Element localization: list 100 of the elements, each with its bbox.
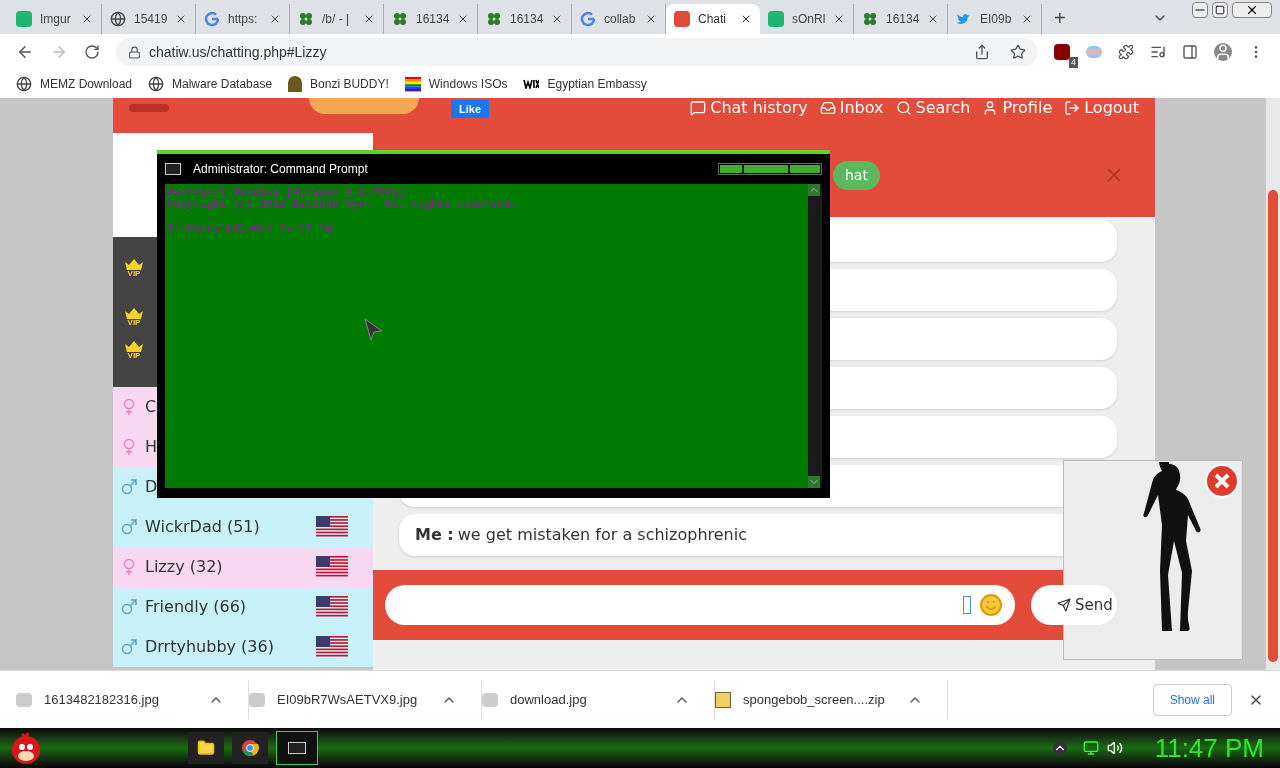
network-icon[interactable]	[1082, 740, 1099, 756]
tab-title: 16134	[510, 11, 544, 28]
bookmark[interactable]: Windows ISOs	[404, 75, 508, 93]
profile-icon[interactable]	[1214, 43, 1232, 61]
user-list-item[interactable]: WickrDad (51)	[113, 507, 373, 547]
logout-icon	[1064, 100, 1081, 116]
globe-icon	[16, 76, 32, 92]
clover-icon	[392, 11, 408, 27]
close-icon[interactable]	[81, 13, 93, 25]
side-panel-icon[interactable]	[1182, 44, 1198, 60]
bird-icon	[956, 12, 972, 26]
close-icon[interactable]	[645, 13, 657, 25]
minimize-icon[interactable]	[1192, 2, 1208, 18]
archive-file-icon	[715, 691, 731, 708]
download-item[interactable]: download.jpg	[482, 679, 715, 720]
user-name: C	[145, 396, 158, 418]
console-icon	[165, 163, 181, 175]
extensions-icon[interactable]	[1118, 44, 1134, 60]
user-list-item[interactable]: Friendly (66)	[113, 587, 373, 627]
window-title: Administrator: Command Prompt	[193, 161, 368, 178]
star-icon[interactable]	[1010, 44, 1026, 60]
logo-mark-icon	[129, 104, 169, 112]
user-name: Lizzy (32)	[145, 556, 224, 578]
male-symbol-icon	[121, 519, 137, 535]
tab-title: 15419	[134, 11, 168, 28]
console-icon	[288, 742, 306, 754]
user-name: Drrtyhubby (36)	[145, 636, 275, 658]
download-item[interactable]: EI09bR7WsAETVX9.jpg	[249, 679, 482, 720]
address-bar[interactable]: chatiw.us/chatting.php#Lizzy	[116, 38, 1038, 66]
clover-icon	[486, 11, 502, 27]
user-list-item[interactable]: Drrtyhubby (36)	[113, 627, 373, 667]
rainbow-flag-icon	[404, 76, 421, 92]
console-prompt: C:\Users\LOL>del ?s ?f ?q	[167, 222, 334, 234]
chat-favicon-icon	[674, 11, 690, 27]
share-icon[interactable]	[974, 44, 990, 60]
new-tab-button[interactable]: +	[1054, 8, 1066, 28]
google-g-icon	[204, 11, 220, 27]
folder-icon	[197, 739, 215, 757]
volume-icon[interactable]	[1106, 740, 1123, 756]
nav-link[interactable]: Profile	[982, 96, 1053, 120]
close-icon[interactable]	[269, 13, 281, 25]
nav-link[interactable]: Inbox	[819, 96, 884, 120]
tray-expand-icon[interactable]	[1052, 741, 1067, 755]
message-input[interactable]	[385, 585, 1015, 625]
close-icon[interactable]	[363, 13, 375, 25]
male-symbol-icon	[121, 639, 137, 655]
vip-crown-badge: VIP	[123, 308, 145, 327]
clover-icon	[298, 11, 314, 27]
bookmark[interactable]: Malware Database	[148, 75, 273, 93]
tab-title: 16134	[416, 11, 450, 28]
taskbar-button[interactable]	[276, 731, 318, 765]
tab-title: https:	[228, 11, 259, 28]
taskbar-button[interactable]	[188, 732, 224, 764]
nav-link[interactable]: Chat history	[690, 96, 808, 120]
lock-icon	[128, 45, 141, 59]
window-controls[interactable]	[718, 163, 822, 175]
facebook-like-button[interactable]: Like	[451, 100, 489, 118]
show-all-button[interactable]: Show all	[1152, 683, 1232, 716]
console-line: Microsoft Windows [Version 6.1.7601]	[167, 186, 406, 198]
tab-title: Imgur	[40, 11, 72, 28]
bookmark[interactable]: Egyptian Embassy	[523, 75, 647, 93]
file-name: 1613482182316.jpg	[44, 690, 160, 709]
inbox-icon	[819, 100, 836, 116]
vip-crown-badge: VIP	[123, 259, 145, 278]
close-icon[interactable]	[1021, 13, 1033, 25]
clock[interactable]: 11:47 PM	[1154, 728, 1264, 768]
image-file-icon	[482, 692, 498, 707]
close-icon[interactable]	[1232, 2, 1272, 18]
file-name: EI09bR7WsAETVX9.jpg	[277, 690, 419, 709]
restore-icon[interactable]	[1212, 2, 1228, 18]
nav-link[interactable]: Logout	[1064, 96, 1139, 120]
back-icon[interactable]	[16, 43, 34, 61]
download-item[interactable]: spongebob_screen....zip	[715, 679, 948, 720]
wix-logo-icon	[523, 79, 540, 89]
male-symbol-icon	[121, 599, 137, 615]
imgur-favicon-icon	[16, 11, 32, 27]
browser-tab[interactable]: Chati	[666, 4, 760, 34]
vip-crown-badge: VIP	[123, 341, 145, 360]
scrollbar-thumb[interactable]	[1268, 190, 1278, 662]
tab-title: /b/ - |	[322, 11, 351, 28]
media-icon[interactable]	[1150, 44, 1166, 60]
nav-link[interactable]: Search	[895, 96, 971, 120]
download-item[interactable]: 1613482182316.jpg	[16, 679, 249, 720]
user-name: WickrDad (51)	[145, 516, 261, 538]
bookmark[interactable]: MEMZ Download	[16, 75, 133, 93]
clover-icon	[862, 11, 878, 27]
user-name: Friendly (66)	[145, 596, 248, 618]
send-icon	[1057, 598, 1071, 612]
female-symbol-icon	[123, 558, 135, 576]
reload-icon[interactable]	[84, 44, 100, 60]
user-list-item[interactable]: Lizzy (32)	[113, 547, 373, 587]
tab-title: 16134	[886, 11, 920, 28]
bookmark[interactable]: Bonzi BUDDY!	[288, 75, 389, 93]
close-icon[interactable]	[740, 13, 752, 25]
taskbar-button[interactable]	[232, 732, 268, 764]
female-symbol-icon	[123, 438, 135, 456]
extension-badge: 4	[1069, 56, 1078, 68]
text-cursor-icon	[963, 596, 971, 614]
google-g-icon	[580, 11, 596, 27]
send-button[interactable]: Send	[1031, 585, 1117, 625]
